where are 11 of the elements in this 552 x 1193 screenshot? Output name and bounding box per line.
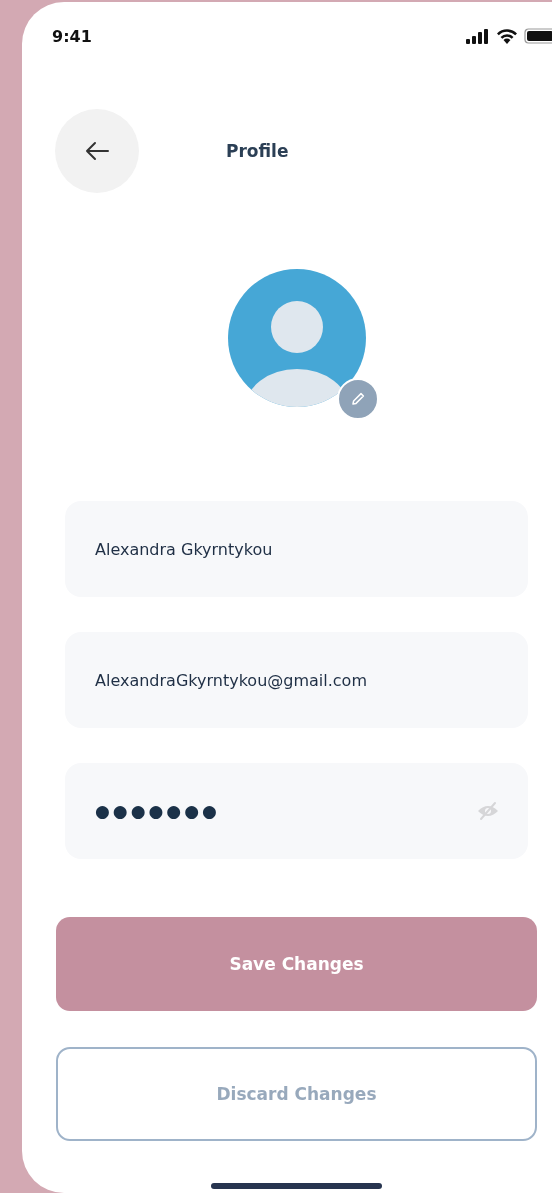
password-field[interactable]: ●●●●●●● <box>65 763 528 859</box>
wifi-icon <box>496 28 518 44</box>
back-arrow-icon <box>84 141 110 161</box>
signal-icon <box>466 28 490 44</box>
input-field[interactable]: AlexandraGkyrntykou@gmail.com <box>65 632 528 728</box>
battery-icon <box>524 28 552 44</box>
eye-slash-icon[interactable] <box>476 801 500 821</box>
pencil-icon <box>350 391 366 407</box>
input-field[interactable]: Alexandra Gkyrntykou <box>65 501 528 597</box>
screen-title: Profile <box>226 141 289 161</box>
status-time: 9:41 <box>52 26 92 46</box>
